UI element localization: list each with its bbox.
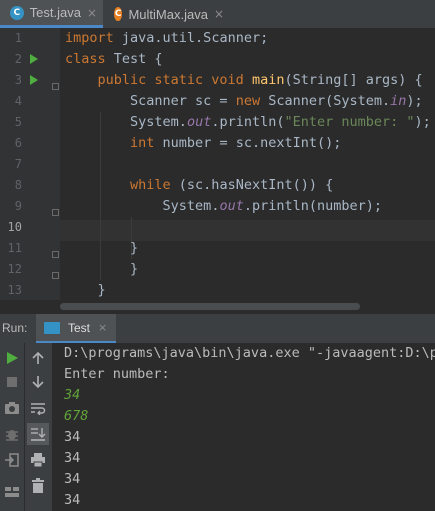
console-user-input: 678: [64, 408, 89, 424]
tab-label: MultiMax.java: [128, 6, 208, 22]
stop-icon[interactable]: [1, 371, 23, 393]
arrow-down-icon[interactable]: [27, 371, 49, 393]
code-line-5: System.out.println("Enter number: ");: [65, 112, 431, 133]
tab-test-java[interactable]: C Test.java ×: [0, 0, 103, 28]
code-text: }: [130, 261, 139, 277]
camera-icon[interactable]: [1, 397, 23, 419]
fold-marker-icon[interactable]: [52, 272, 59, 279]
code-text: }: [130, 240, 139, 256]
code-text: System.: [130, 114, 187, 130]
code-line-9: System.out.println(number);: [65, 196, 382, 217]
console-user-input: 34: [64, 387, 81, 403]
code-line-6: int number = sc.nextInt();: [65, 133, 341, 154]
fold-marker-icon[interactable]: [52, 251, 59, 258]
close-icon[interactable]: ×: [87, 6, 97, 20]
code-line-8: while (sc.hasNextInt()) {: [65, 175, 333, 196]
line-number: 9: [14, 199, 22, 213]
line-number: 7: [14, 157, 22, 171]
static-field: out: [186, 114, 212, 130]
console-output[interactable]: D:\programs\java\bin\java.exe "-javaagen…: [53, 343, 435, 511]
horizontal-scrollbar[interactable]: [0, 300, 435, 313]
bug-icon[interactable]: [1, 423, 23, 445]
line-number: 3: [14, 73, 22, 87]
run-config-icon: [44, 321, 60, 334]
run-tab-test[interactable]: Test ×: [36, 314, 116, 344]
code-line-3: public static void main(String[] args) {: [65, 70, 423, 91]
line-number: 11: [7, 241, 22, 255]
run-tool-window-header: Run: Test ×: [0, 313, 435, 344]
keyword: new: [235, 93, 261, 109]
close-icon[interactable]: ×: [214, 7, 224, 21]
line-number: 12: [7, 262, 22, 276]
tab-label: Test.java: [29, 5, 81, 20]
run-gutter-icon[interactable]: [30, 75, 38, 85]
line-number: 1: [14, 31, 22, 45]
run-tab-label: Test: [68, 320, 91, 335]
code-editor[interactable]: 1 2 3 4 5 6 7 8 9 10 11 12 13 import jav…: [0, 28, 435, 300]
print-icon[interactable]: [27, 449, 49, 471]
arrow-up-icon[interactable]: [27, 347, 49, 369]
code-text: );: [406, 93, 423, 109]
keyword: int: [130, 135, 155, 151]
line-number: 8: [14, 178, 22, 192]
fold-marker-icon[interactable]: [52, 83, 59, 90]
trash-icon[interactable]: [27, 475, 49, 497]
exit-icon[interactable]: [1, 449, 23, 471]
method-name: main: [251, 72, 285, 88]
scrollbar-thumb[interactable]: [60, 303, 360, 310]
code-text: System.: [162, 198, 220, 214]
code-line-11: }: [65, 238, 138, 259]
code-text: .println(: [211, 114, 285, 130]
console-output-line: 34: [64, 492, 81, 508]
line-number: 4: [14, 94, 22, 108]
run-panel-label: Run:: [2, 321, 28, 335]
static-field: in: [390, 93, 407, 109]
code-text: }: [97, 282, 106, 298]
code-text: java.util.Scanner;: [113, 30, 269, 46]
code-text: (String[] args) {: [284, 72, 423, 88]
layout-icon[interactable]: [1, 481, 23, 503]
run-gutter-icon[interactable]: [30, 54, 38, 64]
console-output-line: 34: [64, 429, 81, 445]
keyword: public static void: [97, 72, 244, 88]
soft-wrap-icon[interactable]: [27, 397, 49, 419]
static-field: out: [219, 198, 244, 214]
code-text: Scanner(System.: [260, 93, 391, 109]
code-line-2: class Test {: [65, 49, 163, 70]
code-line-1: import java.util.Scanner;: [65, 28, 268, 49]
code-line-12: }: [65, 259, 138, 280]
console-prompt-line: Enter number:: [64, 366, 170, 382]
keyword: class: [65, 51, 106, 67]
run-toolbar-primary: [0, 343, 25, 511]
keyword: while: [130, 177, 171, 193]
line-number: 13: [7, 283, 22, 297]
code-text: (sc.hasNextInt()) {: [170, 177, 334, 193]
code-line-13: }: [65, 280, 106, 300]
run-toolbar-secondary: [25, 343, 53, 511]
keyword: import: [65, 30, 114, 46]
console-output-line: 34: [64, 450, 81, 466]
console-command-line: D:\programs\java\bin\java.exe "-javaagen…: [64, 345, 435, 361]
editor-tab-bar: C Test.java × C MultiMax.java ×: [0, 0, 435, 29]
line-number: 10: [7, 220, 22, 234]
code-line-4: Scanner sc = new Scanner(System.in);: [65, 91, 423, 112]
code-text: .println(number);: [243, 198, 383, 214]
code-text: Test {: [105, 51, 163, 67]
code-text: number = sc.nextInt();: [154, 135, 342, 151]
line-number: 2: [14, 52, 22, 66]
rerun-icon[interactable]: [1, 347, 23, 369]
code-text: );: [414, 114, 431, 130]
console-output-line: 34: [64, 471, 81, 487]
tab-multimax-java[interactable]: C MultiMax.java ×: [104, 0, 230, 28]
scroll-to-end-icon[interactable]: [27, 423, 49, 445]
fold-marker-icon[interactable]: [52, 209, 59, 216]
string-literal: "Enter number: ": [284, 114, 415, 130]
line-number: 5: [14, 115, 22, 129]
editor-gutter: 1 2 3 4 5 6 7 8 9 10 11 12 13: [0, 28, 60, 300]
line-number: 6: [14, 136, 22, 150]
java-class-icon: C: [10, 5, 24, 20]
java-class-icon: C: [114, 7, 123, 21]
code-text: Scanner sc =: [130, 93, 236, 109]
close-icon[interactable]: ×: [98, 321, 107, 334]
